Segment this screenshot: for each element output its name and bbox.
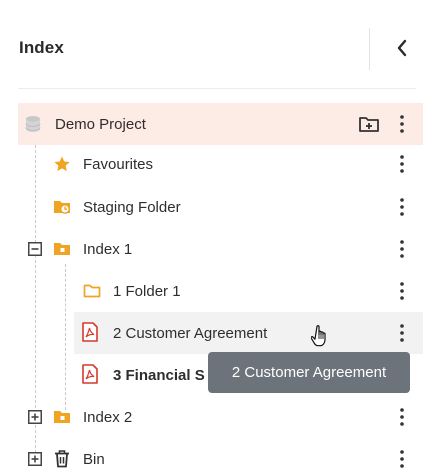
star-icon xyxy=(53,155,71,173)
tree-item-label: 3 Financial S xyxy=(113,366,205,384)
more-options-icon[interactable] xyxy=(394,447,410,471)
tree-item-index-2[interactable]: Index 2 xyxy=(0,396,433,438)
pdf-file-icon xyxy=(81,322,99,342)
staging-folder-icon xyxy=(53,198,71,216)
item-tooltip: 2 Customer Agreement xyxy=(208,352,410,393)
index-folder-icon xyxy=(53,240,71,258)
chevron-left-icon xyxy=(397,39,407,57)
tree-item-index-1[interactable]: Index 1 xyxy=(0,228,433,270)
more-options-icon[interactable] xyxy=(394,237,410,261)
tree-item-folder-1[interactable]: 1 Folder 1 xyxy=(0,270,433,312)
more-options-icon[interactable] xyxy=(394,279,410,303)
collapse-toggle-icon[interactable] xyxy=(26,240,44,258)
expand-toggle-icon[interactable] xyxy=(26,408,44,426)
more-options-icon[interactable] xyxy=(394,152,410,176)
tree-item-label: Index 2 xyxy=(83,408,133,426)
tree-item-bin[interactable]: Bin xyxy=(0,438,433,472)
more-options-icon[interactable] xyxy=(394,112,410,136)
trash-icon xyxy=(53,450,71,468)
new-folder-icon[interactable] xyxy=(358,114,380,134)
tree-item-label: Bin xyxy=(83,450,105,468)
panel-title: Index xyxy=(19,38,64,57)
tree-item-customer-agreement[interactable]: 2 Customer Agreement xyxy=(74,312,423,354)
more-options-icon[interactable] xyxy=(394,405,410,429)
tree-item-staging-folder[interactable]: Staging Folder xyxy=(0,186,433,228)
tree-item-label: Index 1 xyxy=(83,240,133,258)
tooltip-text: 2 Customer Agreement xyxy=(231,364,387,381)
database-icon xyxy=(24,115,42,133)
hand-pointer-cursor-icon xyxy=(311,325,326,347)
tree-item-label: Demo Project xyxy=(55,115,146,133)
tree-item-label: 1 Folder 1 xyxy=(113,282,181,300)
header-divider xyxy=(369,28,370,70)
header-separator xyxy=(18,88,416,89)
pdf-file-icon xyxy=(81,364,99,384)
panel-header: Index xyxy=(0,0,433,96)
more-options-icon[interactable] xyxy=(394,195,410,219)
collapse-panel-button[interactable] xyxy=(389,34,415,62)
index-folder-icon xyxy=(53,408,71,426)
folder-icon xyxy=(83,282,101,300)
tree-item-label: Favourites xyxy=(83,155,154,173)
more-options-icon[interactable] xyxy=(394,321,410,345)
expand-toggle-icon[interactable] xyxy=(26,450,44,468)
tree-root-demo-project[interactable]: Demo Project xyxy=(18,103,423,145)
tree-item-label: Staging Folder xyxy=(83,198,181,216)
tree-item-favourites[interactable]: Favourites xyxy=(0,143,433,185)
tree-item-label: 2 Customer Agreement xyxy=(113,324,268,342)
